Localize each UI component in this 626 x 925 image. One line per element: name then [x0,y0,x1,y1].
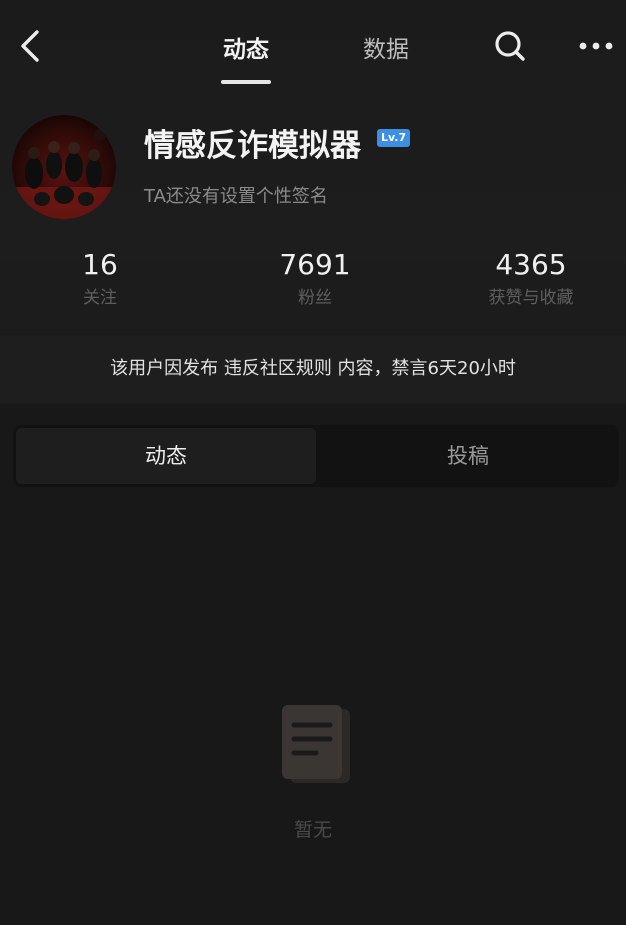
profile-name: 情感反诈模拟器 [144,128,361,164]
content-tab-submissions[interactable]: 投稿 [318,428,618,484]
stat-followers-count: 7691 [279,248,351,281]
avatar[interactable] [12,115,116,219]
stat-likes-label: 获赞与收藏 [488,288,574,308]
stat-followers-label: 粉丝 [298,288,332,308]
tab-data[interactable]: 数据 [360,30,412,64]
content-tab-dynamics[interactable]: 动态 [16,428,316,484]
level-badge: Lv.7 [377,129,411,147]
content-tab-bar: 动态 投稿 [13,425,619,487]
top-nav-bar: 动态 数据 [0,0,626,92]
stat-following-count: 16 [82,248,118,281]
chevron-left-icon [21,30,39,62]
profile-signature: TA还没有设置个性签名 [144,186,328,207]
tab-data-label: 数据 [363,37,409,63]
stat-following-label: 关注 [83,288,117,308]
stat-followers[interactable]: 7691 粉丝 [230,247,400,313]
active-tab-indicator [221,80,271,84]
avatar-image [12,115,116,219]
back-button[interactable] [12,26,48,66]
empty-state-text: 暂无 [293,819,332,841]
ban-notice: 该用户因发布 违反社区规则 内容，禁言6天20小时 [0,335,626,403]
search-icon [495,31,525,61]
stat-likes-count: 4365 [495,248,567,281]
tab-dynamics[interactable]: 动态 [221,30,271,64]
tab-dynamics-label: 动态 [223,37,269,63]
more-dots-icon [579,42,613,50]
stat-likes[interactable]: 4365 获赞与收藏 [446,247,616,313]
more-button[interactable] [574,26,618,66]
search-button[interactable] [490,26,530,66]
stat-following[interactable]: 16 关注 [15,247,185,313]
document-icon [282,705,350,783]
